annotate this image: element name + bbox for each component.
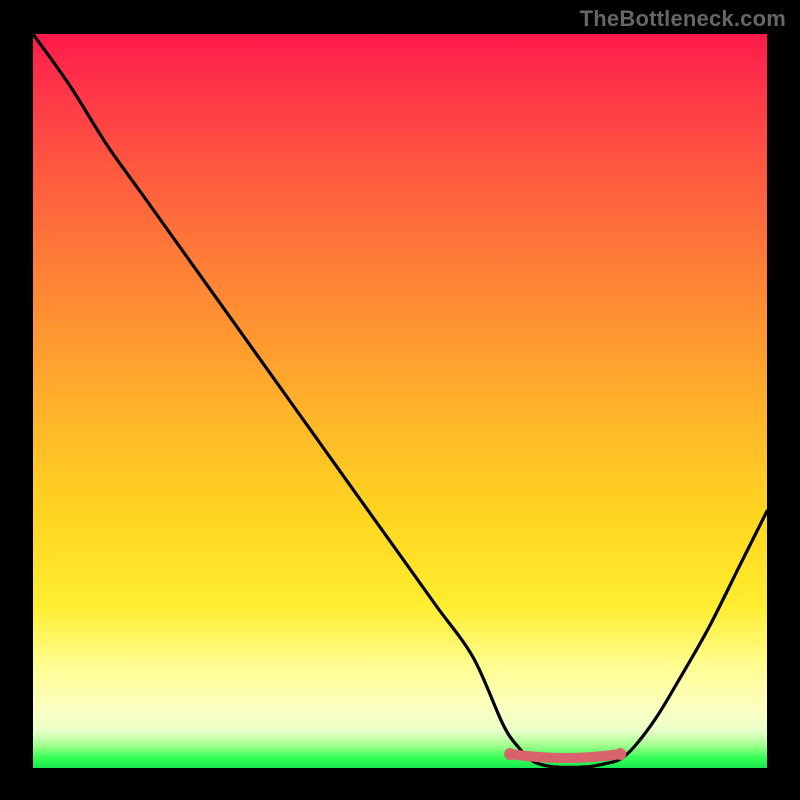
- highlight-start-dot: [504, 748, 516, 760]
- chart-frame: TheBottleneck.com: [0, 0, 800, 800]
- highlight-segment: [510, 754, 620, 758]
- highlight-end-dot: [614, 748, 626, 760]
- plot-area: [33, 34, 767, 768]
- watermark-text: TheBottleneck.com: [580, 6, 786, 32]
- bottleneck-curve: [33, 34, 767, 767]
- curve-svg: [33, 34, 767, 768]
